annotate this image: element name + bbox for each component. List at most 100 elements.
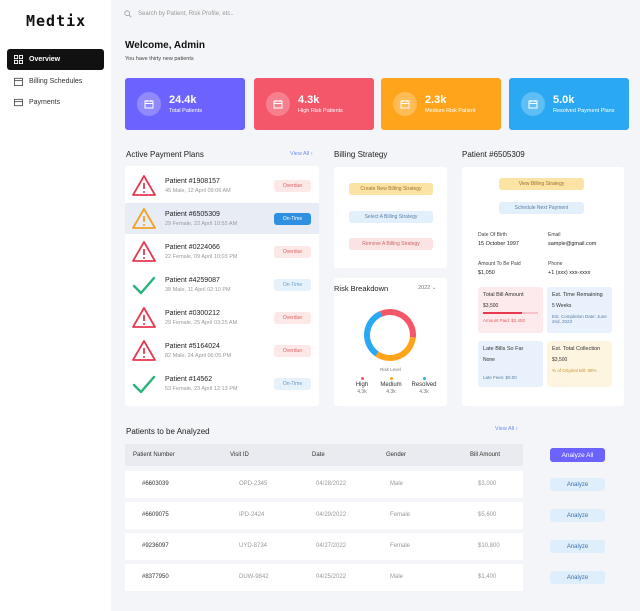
billing-strategy-card: Create New Billing Strategy Select A Bil…: [334, 167, 447, 268]
table-row[interactable]: #6609075 IPD-2424 04/29/2022 Female $5,600: [125, 502, 523, 529]
cell-date: 04/29/2022: [316, 512, 347, 518]
cell-gender: Female: [390, 512, 411, 518]
list-item[interactable]: Patient #5164024 82 Male, 24 April 06:05 …: [125, 335, 319, 366]
table-header: Patient Number Visit ID Date Gender Bill…: [125, 444, 523, 466]
year-select[interactable]: 2022 ⌄: [418, 285, 436, 291]
patient-desc: 45 Male, 12 April 09:06 AM: [165, 187, 231, 194]
plan-text: Patient #4259087 38 Male, 11 April 02:10 …: [165, 277, 231, 293]
plan-text: Patient #0224066 22 Female, 09 April 10:0…: [165, 244, 237, 260]
email-label: Email: [548, 232, 561, 238]
sidebar-item-overview[interactable]: Overview: [7, 49, 104, 70]
stat-value: 2.3k: [425, 94, 447, 106]
plan-text: Patient #6505309 29 Female, 22 April 10:5…: [165, 211, 237, 227]
active-plans-title: Active Payment Plans: [126, 150, 204, 159]
table-row[interactable]: #9236097 UYD-8734 04/27/2022 Female $10,800: [125, 533, 523, 560]
legend-dot: [422, 377, 426, 380]
est-collection-title: Est. Total Collection: [552, 346, 601, 352]
stat-card-total-patients[interactable]: 24.4k Total Patients: [125, 78, 245, 130]
analyze-section-title: Patients to be Analyzed: [126, 427, 210, 436]
table-row[interactable]: #8377950 DUW-9842 04/25/2022 Male $1,400: [125, 564, 523, 591]
create-billing-strategy-button[interactable]: Create New Billing Strategy: [349, 183, 433, 195]
patient-desc: 38 Male, 11 April 02:10 PM: [165, 286, 231, 293]
welcome-title: Welcome, Admin: [125, 40, 206, 51]
dob-label: Date Of Birth: [478, 232, 507, 238]
plans-view-all-link[interactable]: View All ›: [290, 151, 313, 157]
donut-slice-resolved: [364, 311, 383, 357]
legend-dot: [360, 377, 364, 380]
select-billing-strategy-button[interactable]: Select A Billing Strategy: [349, 211, 433, 223]
amount-label: Amount To Be Paid: [478, 261, 521, 267]
sidebar-item-label: Billing Schedules: [29, 78, 83, 85]
list-item[interactable]: Patient #0224066 22 Female, 09 April 10:0…: [125, 236, 319, 267]
plan-text: Patient #1908157 45 Male, 12 April 09:06 …: [165, 178, 231, 194]
cell-num: #6609075: [142, 512, 169, 518]
cell-date: 04/25/2022: [316, 574, 347, 580]
list-item[interactable]: Patient #4259087 38 Male, 11 April 02:10 …: [125, 269, 319, 300]
status-badge: Overdue: [274, 344, 311, 357]
grid-icon: [14, 55, 23, 64]
sidebar: Medtix Overview Billing Schedules Paymen…: [0, 0, 111, 611]
list-item[interactable]: Patient #6505309 29 Female, 22 April 10:5…: [125, 203, 319, 234]
stat-value: 5.0k: [553, 94, 575, 106]
analyze-button[interactable]: Analyze: [550, 478, 605, 491]
phone-label: Phone: [548, 261, 563, 267]
patient-id: Patient #0224066: [165, 243, 220, 251]
cell-visit: IPD-2424: [239, 512, 265, 518]
cell-bill: $1,400: [478, 574, 497, 580]
plan-text: Patient #14562 53 Female, 23 April 12:13 …: [165, 376, 237, 392]
sidebar-item-payments[interactable]: Payments: [7, 92, 104, 113]
patient-desc: 53 Female, 23 April 12:13 PM: [165, 385, 238, 392]
legend-item: Medium 4.3k: [377, 377, 405, 395]
patient-id: Patient #4259087: [165, 276, 220, 284]
cell-gender: Male: [390, 574, 404, 580]
list-item[interactable]: Patient #0300212 29 Female, 25 April 03:2…: [125, 302, 319, 333]
search-icon: [124, 10, 132, 18]
risk-level-label: Risk Level: [380, 367, 401, 372]
patient-desc: 29 Female, 25 April 03:25 AM: [165, 319, 238, 326]
app-logo: Medtix: [26, 12, 87, 30]
schedule-next-payment-button[interactable]: Schedule Next Payment: [499, 202, 584, 214]
analyze-button[interactable]: Analyze: [550, 571, 605, 584]
plan-text: Patient #0300212 29 Female, 25 April 03:2…: [165, 310, 237, 326]
cell-num: #8377950: [142, 574, 169, 580]
view-billing-strategy-button[interactable]: View Billing Strategy: [499, 178, 584, 190]
stat-label: High Risk Patients: [298, 108, 343, 114]
status-badge: On-Time: [274, 278, 311, 291]
patient-id: Patient #6505309: [165, 210, 220, 218]
table-row[interactable]: #6603039 OPD-2345 04/28/2022 Male $3,000: [125, 471, 523, 498]
billing-strategy-title: Billing Strategy: [334, 150, 388, 159]
stat-label: Medium Risk Patient: [425, 108, 476, 114]
analyze-button[interactable]: Analyze: [550, 540, 605, 553]
status-badge: Overdue: [274, 245, 311, 258]
year-value: 2022: [418, 285, 431, 291]
plan-text: Patient #5164024 82 Male, 24 April 06:05 …: [165, 343, 231, 359]
stat-value: 24.4k: [169, 94, 197, 106]
warning-red-icon: [132, 240, 156, 264]
chevron-down-icon: ⌄: [431, 285, 437, 291]
total-bill-title: Total Bill Amount: [483, 292, 524, 298]
analyze-view-all-link[interactable]: View All ›: [495, 426, 518, 432]
list-item[interactable]: Patient #1908157 45 Male, 12 April 09:06 …: [125, 170, 319, 201]
welcome-subtitle: You have thirty new patients: [125, 56, 194, 62]
card-icon: [14, 98, 23, 107]
analyze-all-button[interactable]: Analyze All: [550, 448, 605, 462]
stat-card-high-risk[interactable]: 4.3k High Risk Patients: [254, 78, 374, 130]
analyze-button[interactable]: Analyze: [550, 509, 605, 522]
cell-gender: Male: [390, 481, 404, 487]
legend-value: 4.3k: [419, 389, 429, 395]
search-bar[interactable]: Search by Patient, Risk Profile, etc..: [124, 10, 234, 18]
status-badge: Overdue: [274, 179, 311, 192]
stat-card-resolved[interactable]: 5.0k Resolved Payment Plans: [509, 78, 629, 130]
bill-progress-fill: [483, 312, 522, 314]
remove-billing-strategy-button[interactable]: Remove A Billing Strategy: [349, 238, 433, 250]
legend-name: Medium: [380, 382, 402, 388]
late-bills-card: Late Bills So Far None Late Fees: $0.00: [478, 341, 543, 387]
late-bills-title: Late Bills So Far: [483, 346, 524, 352]
stat-label: Resolved Payment Plans: [553, 108, 615, 114]
sidebar-item-billing-schedules[interactable]: Billing Schedules: [7, 71, 104, 92]
col-bill-amount: Bill Amount: [470, 452, 501, 458]
original-bill-percent: % of Original Bill: 88%: [552, 368, 597, 373]
col-gender: Gender: [386, 452, 407, 458]
stat-card-medium-risk[interactable]: 2.3k Medium Risk Patient: [381, 78, 501, 130]
list-item[interactable]: Patient #14562 53 Female, 23 April 12:13 …: [125, 368, 319, 399]
